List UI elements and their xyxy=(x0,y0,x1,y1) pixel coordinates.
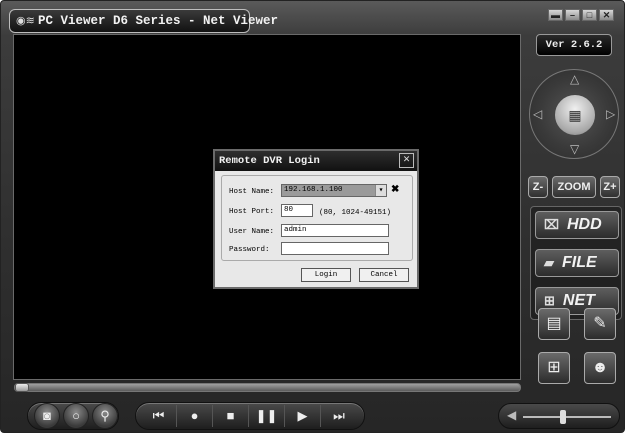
pause-icon: ❚❚ xyxy=(255,408,278,423)
bottom-toolbar: ◙ ○ ⚲ ⏮ ● ■ ❚❚ ▶ ⏭ ◀ xyxy=(1,398,624,432)
users-icon: ☻ xyxy=(591,359,609,376)
skip-forward-button[interactable]: ⏭ xyxy=(321,405,357,427)
list-button[interactable]: ▤ xyxy=(538,308,570,340)
play-button[interactable]: ▶ xyxy=(285,405,321,427)
ptz-dpad: △ ▽ ◁ ▷ ▦ xyxy=(529,69,619,159)
arrow-right-icon[interactable]: ▷ xyxy=(606,107,615,121)
host-name-select[interactable]: 192.168.1.100 ▾ xyxy=(281,184,387,197)
remote-dvr-login-dialog: Remote DVR Login ✕ Host Name: 192.168.1.… xyxy=(213,149,419,289)
file-button[interactable]: ▰ FILE xyxy=(535,249,619,277)
search-button[interactable]: ⚲ xyxy=(92,403,118,429)
arrow-up-icon[interactable]: △ xyxy=(570,72,579,86)
settings-button[interactable]: ✎ xyxy=(584,308,616,340)
user-name-field[interactable]: admin xyxy=(281,224,389,237)
password-field[interactable] xyxy=(281,242,389,255)
close-icon[interactable]: ✕ xyxy=(399,153,414,168)
dot-icon: ● xyxy=(190,408,199,423)
cancel-button[interactable]: Cancel xyxy=(359,268,409,282)
hdd-icon: ⌧ xyxy=(544,217,559,232)
minimize-icon[interactable]: ▬ xyxy=(548,9,563,21)
hdd-label: HDD xyxy=(566,216,602,233)
host-port-value: 80 xyxy=(284,206,294,214)
volume-knob[interactable] xyxy=(559,410,566,424)
restore-icon[interactable]: – xyxy=(565,9,580,21)
delete-host-icon[interactable]: ✖ xyxy=(391,184,399,195)
skip-back-icon: ⏮ xyxy=(152,408,165,423)
snapshot-button[interactable]: ◙ xyxy=(34,403,60,429)
user-name-label: User Name: xyxy=(229,228,275,236)
stop-icon: ■ xyxy=(226,408,235,423)
camera-icon: ◉≋ xyxy=(16,15,35,27)
network-config-button[interactable]: ⊞ xyxy=(538,352,570,384)
version-label: Ver 2.6.2 xyxy=(536,34,612,56)
hdd-button[interactable]: ⌧ HDD xyxy=(535,211,619,239)
user-name-value: admin xyxy=(284,226,307,234)
network-icon: ⊞ xyxy=(544,293,555,308)
skip-forward-icon: ⏭ xyxy=(333,408,345,423)
stop-button[interactable]: ■ xyxy=(213,405,249,427)
circle-icon: ○ xyxy=(72,408,80,423)
mode-selector: ⌧ HDD ▰ FILE ⊞ NET xyxy=(530,206,622,320)
play-icon: ▶ xyxy=(297,408,308,423)
playback-progress-bar[interactable] xyxy=(14,383,521,392)
zoom-controls: Z- ZOOM Z+ xyxy=(528,176,622,198)
control-panel: Ver 2.6.2 △ ▽ ◁ ▷ ▦ Z- ZOOM Z+ ⌧ HDD ▰ F… xyxy=(526,34,622,394)
dialog-title-bar: Remote DVR Login ✕ xyxy=(215,151,417,171)
users-button[interactable]: ☻ xyxy=(584,352,616,384)
list-icon: ▤ xyxy=(546,315,562,332)
play-record-button[interactable]: ● xyxy=(177,405,213,427)
chevron-down-icon[interactable]: ▾ xyxy=(375,185,386,196)
network-icon: ⊞ xyxy=(547,359,561,376)
wrench-icon: ✎ xyxy=(593,315,607,332)
zoom-in-button[interactable]: Z+ xyxy=(600,176,620,198)
host-port-field[interactable]: 80 xyxy=(281,204,313,217)
maximize-icon[interactable]: □ xyxy=(582,9,597,21)
volume-slider[interactable] xyxy=(523,416,611,418)
zoom-out-button[interactable]: Z- xyxy=(528,176,548,198)
skip-back-button[interactable]: ⏮ xyxy=(141,405,177,427)
search-icon: ⚲ xyxy=(100,408,110,423)
speaker-icon: ◀ xyxy=(507,408,517,422)
arrow-down-icon[interactable]: ▽ xyxy=(570,142,579,156)
record-button[interactable]: ○ xyxy=(63,403,89,429)
pause-button[interactable]: ❚❚ xyxy=(249,405,285,427)
camera-icon: ◙ xyxy=(43,408,51,423)
folder-icon: ▰ xyxy=(544,255,554,270)
ptz-center-button[interactable]: ▦ xyxy=(554,94,596,136)
arrow-left-icon[interactable]: ◁ xyxy=(533,107,542,121)
progress-knob[interactable] xyxy=(15,383,29,392)
port-range-hint: (80, 1024-49151) xyxy=(319,209,392,217)
window-title: PC Viewer D6 Series - Net Viewer xyxy=(38,14,279,28)
host-name-label: Host Name: xyxy=(229,188,275,196)
host-name-value: 192.168.1.100 xyxy=(284,186,343,194)
login-button[interactable]: Login xyxy=(301,268,351,282)
password-label: Password: xyxy=(229,246,270,254)
title-bar: ◉≋ PC Viewer D6 Series - Net Viewer xyxy=(9,9,278,33)
file-label: FILE xyxy=(562,254,597,271)
host-port-label: Host Port: xyxy=(229,208,275,216)
dialog-title: Remote DVR Login xyxy=(219,155,320,167)
volume-control: ◀ xyxy=(498,403,620,429)
window-controls: ▬ – □ ✕ xyxy=(548,9,614,21)
close-icon[interactable]: ✕ xyxy=(599,9,614,21)
app-window: ◉≋ PC Viewer D6 Series - Net Viewer ▬ – … xyxy=(0,0,625,433)
zoom-button[interactable]: ZOOM xyxy=(552,176,596,198)
